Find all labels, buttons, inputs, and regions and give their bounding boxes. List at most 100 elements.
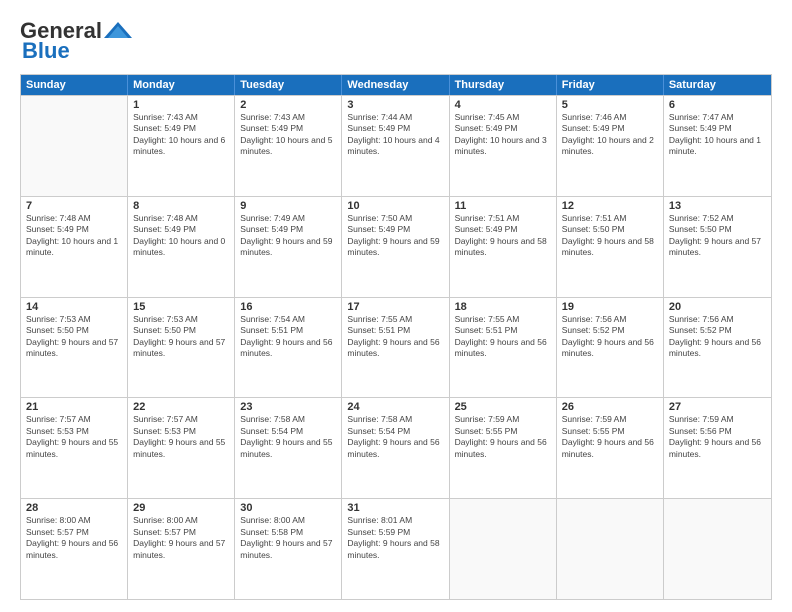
cell-info: Sunrise: 7:54 AM Sunset: 5:51 PM Dayligh… (240, 314, 336, 360)
cell-info: Sunrise: 7:49 AM Sunset: 5:49 PM Dayligh… (240, 213, 336, 259)
day-number: 18 (455, 301, 551, 313)
day-number: 27 (669, 401, 766, 413)
cell-info: Sunrise: 7:56 AM Sunset: 5:52 PM Dayligh… (562, 314, 658, 360)
day-number: 3 (347, 99, 443, 111)
cal-cell-1-6: 5Sunrise: 7:46 AM Sunset: 5:49 PM Daylig… (557, 96, 664, 196)
cal-cell-2-1: 7Sunrise: 7:48 AM Sunset: 5:49 PM Daylig… (21, 197, 128, 297)
logo-blue: Blue (22, 38, 70, 64)
cell-info: Sunrise: 7:52 AM Sunset: 5:50 PM Dayligh… (669, 213, 766, 259)
cal-cell-3-5: 18Sunrise: 7:55 AM Sunset: 5:51 PM Dayli… (450, 298, 557, 398)
cal-cell-4-3: 23Sunrise: 7:58 AM Sunset: 5:54 PM Dayli… (235, 398, 342, 498)
calendar-body: 1Sunrise: 7:43 AM Sunset: 5:49 PM Daylig… (21, 95, 771, 599)
cal-cell-4-1: 21Sunrise: 7:57 AM Sunset: 5:53 PM Dayli… (21, 398, 128, 498)
cell-info: Sunrise: 8:00 AM Sunset: 5:57 PM Dayligh… (26, 515, 122, 561)
cell-info: Sunrise: 7:56 AM Sunset: 5:52 PM Dayligh… (669, 314, 766, 360)
cell-info: Sunrise: 7:58 AM Sunset: 5:54 PM Dayligh… (347, 414, 443, 460)
day-number: 5 (562, 99, 658, 111)
cal-cell-2-4: 10Sunrise: 7:50 AM Sunset: 5:49 PM Dayli… (342, 197, 449, 297)
cell-info: Sunrise: 7:53 AM Sunset: 5:50 PM Dayligh… (133, 314, 229, 360)
cell-info: Sunrise: 7:59 AM Sunset: 5:55 PM Dayligh… (562, 414, 658, 460)
cal-cell-4-7: 27Sunrise: 7:59 AM Sunset: 5:56 PM Dayli… (664, 398, 771, 498)
cell-info: Sunrise: 7:51 AM Sunset: 5:50 PM Dayligh… (562, 213, 658, 259)
cal-cell-5-6 (557, 499, 664, 599)
cal-cell-2-3: 9Sunrise: 7:49 AM Sunset: 5:49 PM Daylig… (235, 197, 342, 297)
cal-cell-2-7: 13Sunrise: 7:52 AM Sunset: 5:50 PM Dayli… (664, 197, 771, 297)
week-row-3: 14 Sunrise: 7:53 AM Sunset: 5:50 PM Dayli… (21, 297, 771, 398)
day-number: 15 (133, 301, 229, 313)
day-number: 9 (240, 200, 336, 212)
cell-info: Sunrise: 7:43 AM Sunset: 5:49 PM Dayligh… (133, 112, 229, 158)
day-number: 19 (562, 301, 658, 313)
cell-info: Sunrise: 7:58 AM Sunset: 5:54 PM Dayligh… (240, 414, 336, 460)
cal-cell-4-4: 24Sunrise: 7:58 AM Sunset: 5:54 PM Dayli… (342, 398, 449, 498)
calendar-header: SundayMondayTuesdayWednesdayThursdayFrid… (21, 75, 771, 95)
logo: General Blue (20, 18, 132, 64)
day-number: 11 (455, 200, 551, 212)
day-number: 10 (347, 200, 443, 212)
day-number: 1 (133, 99, 229, 111)
day-header-wednesday: Wednesday (342, 75, 449, 95)
cal-cell-3-2: 15Sunrise: 7:53 AM Sunset: 5:50 PM Dayli… (128, 298, 235, 398)
cal-cell-4-2: 22Sunrise: 7:57 AM Sunset: 5:53 PM Dayli… (128, 398, 235, 498)
day-number: 13 (669, 200, 766, 212)
day-number: 7 (26, 200, 122, 212)
day-header-friday: Friday (557, 75, 664, 95)
day-header-monday: Monday (128, 75, 235, 95)
cell-info: Sunrise: 8:00 AM Sunset: 5:58 PM Dayligh… (240, 515, 336, 561)
week-row-1: 1Sunrise: 7:43 AM Sunset: 5:49 PM Daylig… (21, 95, 771, 196)
cal-cell-3-1: 14Sunrise: 7:53 AM Sunset: 5:50 PM Dayli… (21, 298, 128, 398)
day-header-sunday: Sunday (21, 75, 128, 95)
week-row-2: 7Sunrise: 7:48 AM Sunset: 5:49 PM Daylig… (21, 196, 771, 297)
cell-info: Sunrise: 7:48 AM Sunset: 5:49 PM Dayligh… (133, 213, 229, 259)
day-number: 16 (240, 301, 336, 313)
cal-cell-2-2: 8Sunrise: 7:48 AM Sunset: 5:49 PM Daylig… (128, 197, 235, 297)
cal-cell-1-3: 2Sunrise: 7:43 AM Sunset: 5:49 PM Daylig… (235, 96, 342, 196)
cal-cell-4-5: 25Sunrise: 7:59 AM Sunset: 5:55 PM Dayli… (450, 398, 557, 498)
cal-cell-3-7: 20Sunrise: 7:56 AM Sunset: 5:52 PM Dayli… (664, 298, 771, 398)
week-row-4: 21 Sunrise: 7:57 AM Sunset: 5:53 PM Dayli… (21, 397, 771, 498)
day-number: 29 (133, 502, 229, 514)
cell-info: Sunrise: 7:55 AM Sunset: 5:51 PM Dayligh… (455, 314, 551, 360)
cell-info: Sunrise: 7:55 AM Sunset: 5:51 PM Dayligh… (347, 314, 443, 360)
cell-info: Sunrise: 7:46 AM Sunset: 5:49 PM Dayligh… (562, 112, 658, 158)
cell-info: Sunrise: 7:59 AM Sunset: 5:55 PM Dayligh… (455, 414, 551, 460)
day-number: 21 (26, 401, 122, 413)
cell-info: Sunrise: 7:57 AM Sunset: 5:53 PM Dayligh… (133, 414, 229, 460)
day-header-tuesday: Tuesday (235, 75, 342, 95)
day-number: 6 (669, 99, 766, 111)
calendar: SundayMondayTuesdayWednesdayThursdayFrid… (20, 74, 772, 600)
day-number: 14 (26, 301, 122, 313)
cell-info: Sunrise: 8:00 AM Sunset: 5:57 PM Dayligh… (133, 515, 229, 561)
day-number: 2 (240, 99, 336, 111)
day-number: 22 (133, 401, 229, 413)
cal-cell-5-3: 30Sunrise: 8:00 AM Sunset: 5:58 PM Dayli… (235, 499, 342, 599)
day-number: 4 (455, 99, 551, 111)
cell-info: Sunrise: 7:44 AM Sunset: 5:49 PM Dayligh… (347, 112, 443, 158)
cal-cell-1-4: 3Sunrise: 7:44 AM Sunset: 5:49 PM Daylig… (342, 96, 449, 196)
cal-cell-2-5: 11Sunrise: 7:51 AM Sunset: 5:49 PM Dayli… (450, 197, 557, 297)
cal-cell-5-2: 29Sunrise: 8:00 AM Sunset: 5:57 PM Dayli… (128, 499, 235, 599)
cal-cell-3-4: 17Sunrise: 7:55 AM Sunset: 5:51 PM Dayli… (342, 298, 449, 398)
day-number: 26 (562, 401, 658, 413)
cal-cell-1-7: 6Sunrise: 7:47 AM Sunset: 5:49 PM Daylig… (664, 96, 771, 196)
cal-cell-3-6: 19Sunrise: 7:56 AM Sunset: 5:52 PM Dayli… (557, 298, 664, 398)
cal-cell-4-6: 26Sunrise: 7:59 AM Sunset: 5:55 PM Dayli… (557, 398, 664, 498)
cal-cell-1-5: 4Sunrise: 7:45 AM Sunset: 5:49 PM Daylig… (450, 96, 557, 196)
cal-cell-3-3: 16Sunrise: 7:54 AM Sunset: 5:51 PM Dayli… (235, 298, 342, 398)
day-number: 28 (26, 502, 122, 514)
cal-cell-5-1: 28Sunrise: 8:00 AM Sunset: 5:57 PM Dayli… (21, 499, 128, 599)
cell-info: Sunrise: 7:43 AM Sunset: 5:49 PM Dayligh… (240, 112, 336, 158)
cell-info: Sunrise: 7:47 AM Sunset: 5:49 PM Dayligh… (669, 112, 766, 158)
cal-cell-1-1 (21, 96, 128, 196)
day-header-thursday: Thursday (450, 75, 557, 95)
cell-info: Sunrise: 7:48 AM Sunset: 5:49 PM Dayligh… (26, 213, 122, 259)
header: General Blue (20, 18, 772, 64)
day-number: 31 (347, 502, 443, 514)
cell-info: Sunrise: 7:45 AM Sunset: 5:49 PM Dayligh… (455, 112, 551, 158)
day-header-saturday: Saturday (664, 75, 771, 95)
cal-cell-5-5 (450, 499, 557, 599)
logo-icon (104, 20, 132, 42)
day-number: 23 (240, 401, 336, 413)
page: General Blue SundayMondayTuesdayWednesda… (0, 0, 792, 612)
cell-info: Sunrise: 7:50 AM Sunset: 5:49 PM Dayligh… (347, 213, 443, 259)
